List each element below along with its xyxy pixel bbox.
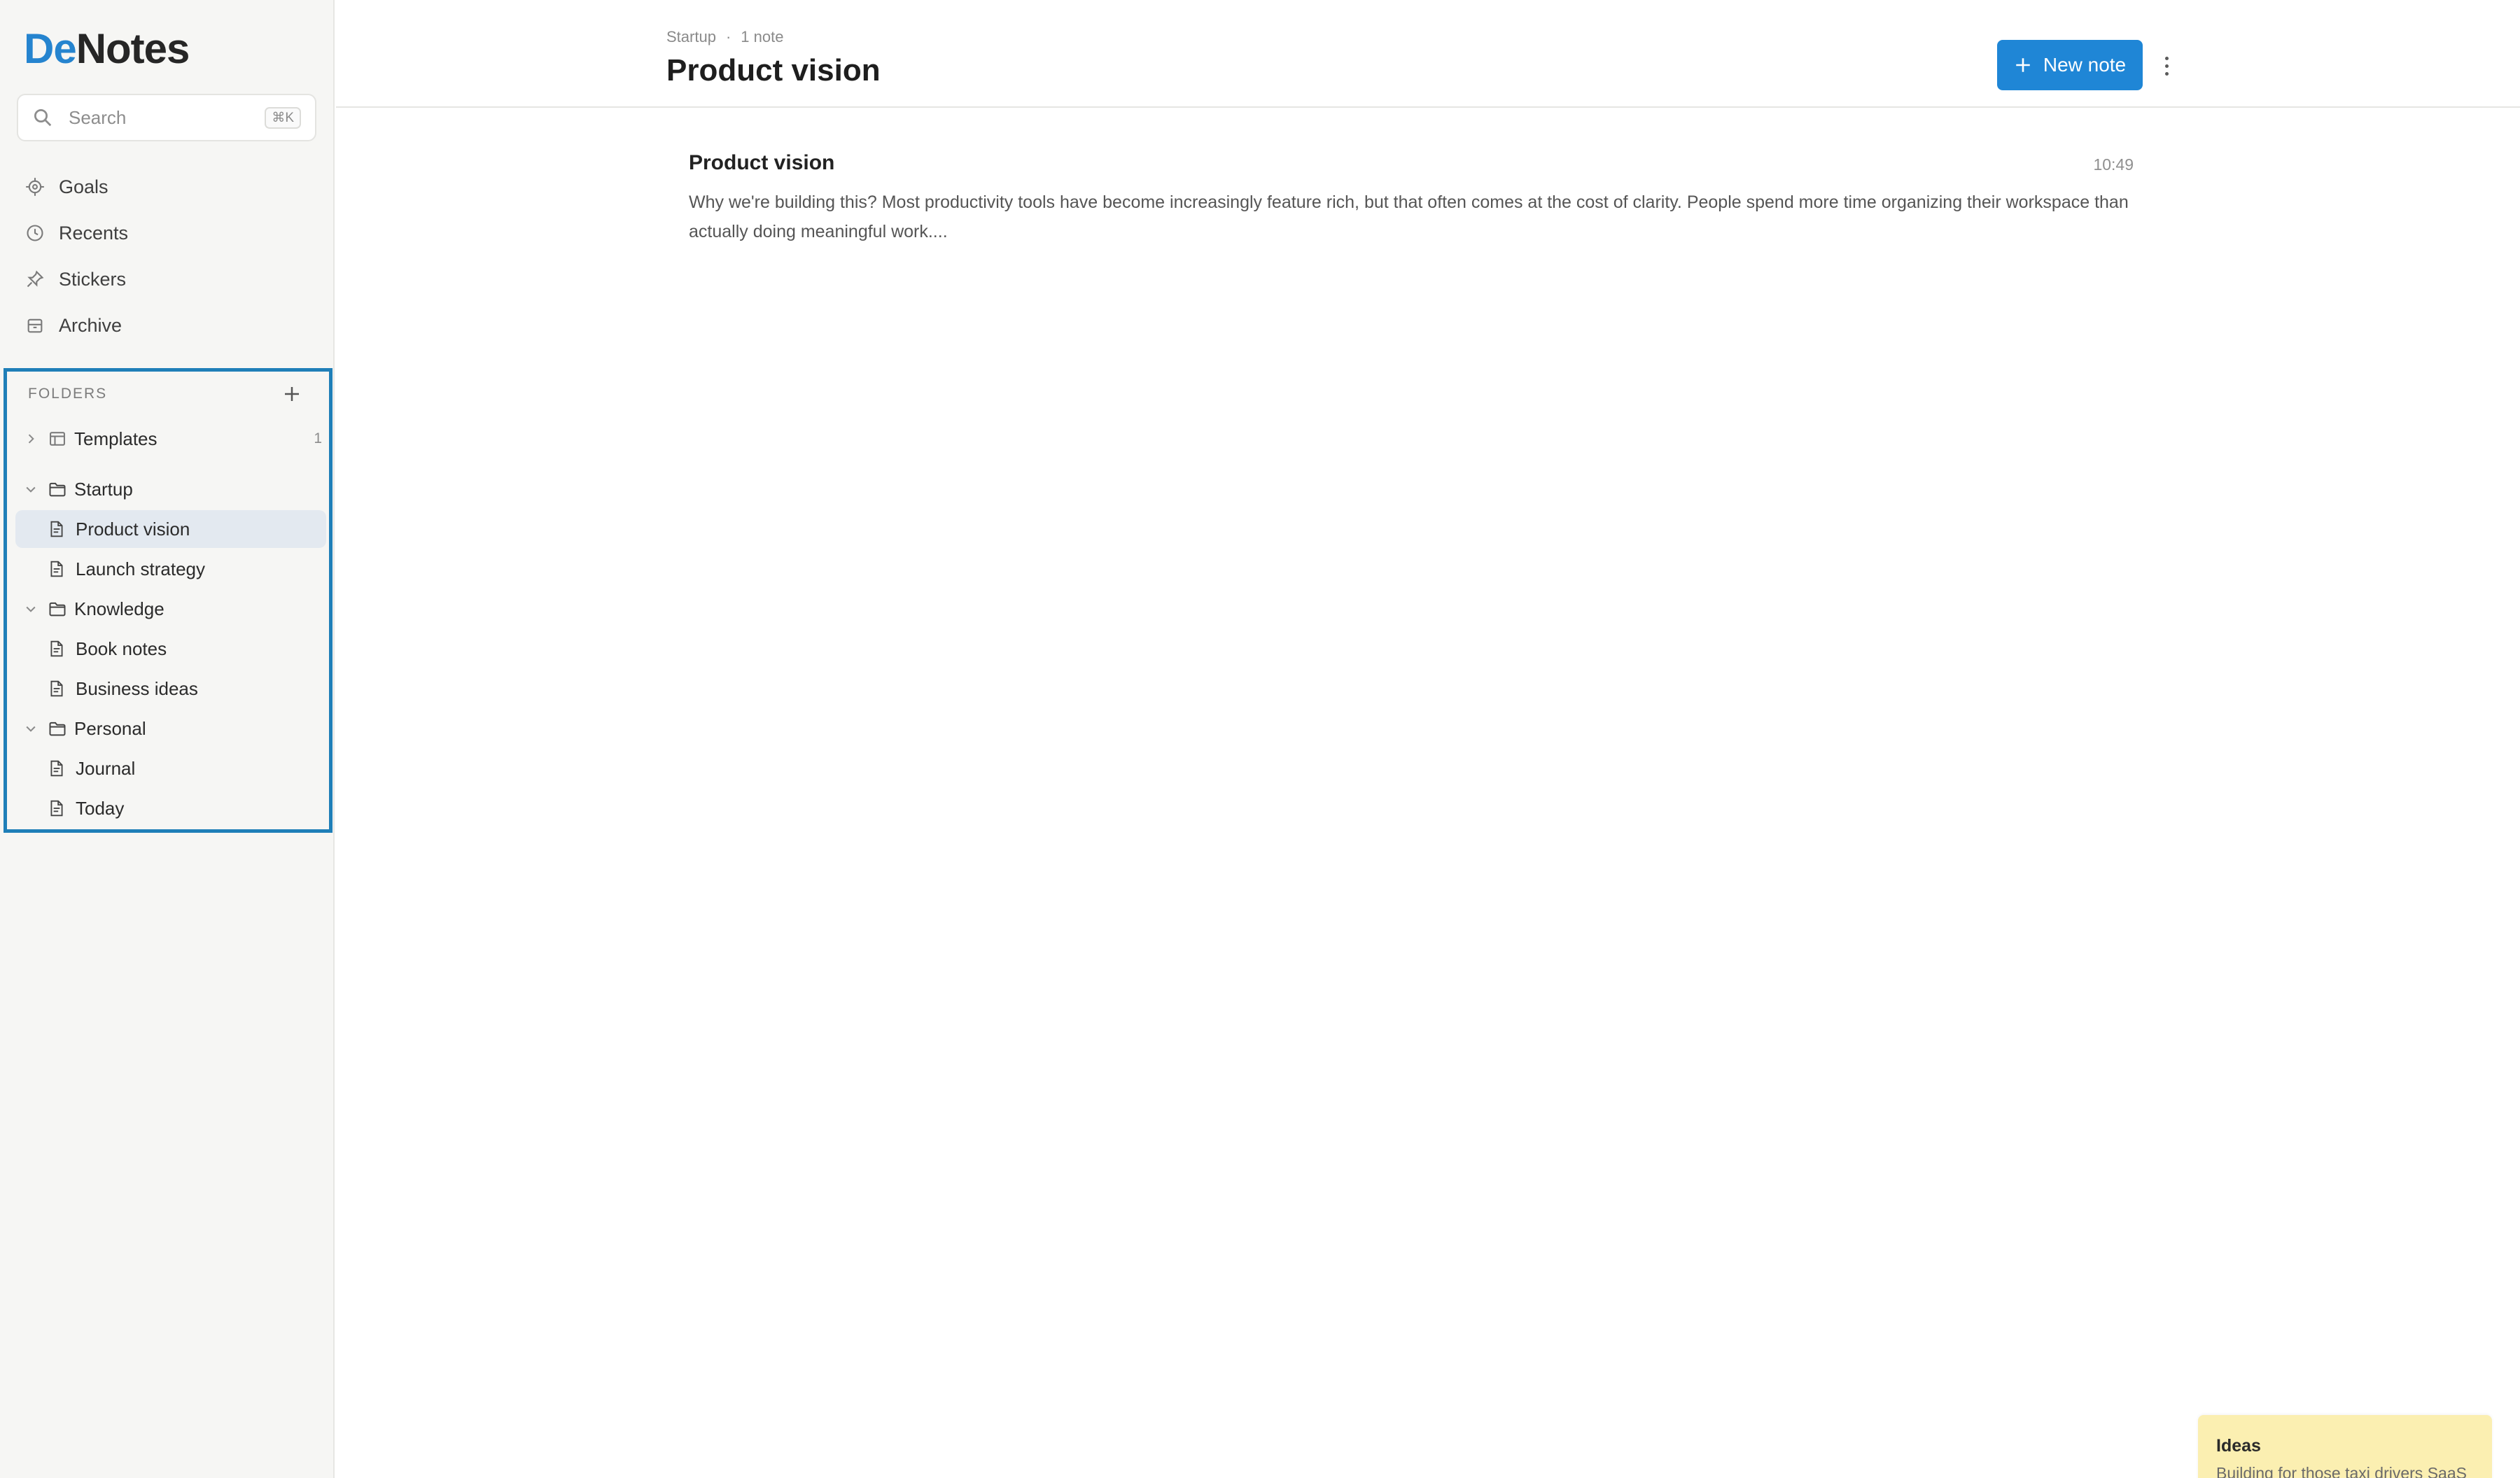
note-item-book-notes[interactable]: Book notes <box>15 630 326 668</box>
sidebar-item-label: Archive <box>59 314 122 336</box>
sticker-card[interactable]: Ideas Building for those taxi drivers Sa… <box>2198 1415 2492 1478</box>
sidebar-nav: Goals Recents Stickers Archive <box>17 164 318 349</box>
logo-suffix: Notes <box>76 25 190 72</box>
chevron-right-icon[interactable] <box>24 432 38 446</box>
note-item-today[interactable]: Today <box>15 789 326 827</box>
more-dot <box>2164 64 2169 68</box>
chevron-down-icon[interactable] <box>24 602 38 616</box>
goals-icon <box>26 178 44 196</box>
more-options-icon[interactable] <box>2160 50 2174 81</box>
new-note-button[interactable]: New note <box>1997 40 2143 90</box>
tree-item-label: Journal <box>76 757 136 779</box>
folders-title: FOLDERS <box>28 386 108 402</box>
document-icon <box>50 640 63 657</box>
folder-personal[interactable]: Personal <box>15 710 326 747</box>
archive-icon <box>27 318 43 333</box>
sidebar-item-label: Goals <box>59 176 108 197</box>
tree-item-label: Launch strategy <box>76 558 206 579</box>
search-shortcut-badge: ⌘K <box>265 106 301 129</box>
tree-item-label: Knowledge <box>74 598 164 619</box>
search-input[interactable]: Search ⌘K <box>17 94 316 141</box>
note-item-journal[interactable]: Journal <box>15 749 326 787</box>
sidebar-item-recents[interactable]: Recents <box>17 210 318 256</box>
folders-panel: FOLDERS Templates 1 Startup Product visi… <box>4 368 332 833</box>
note-time: 10:49 <box>2093 155 2134 174</box>
document-icon <box>50 760 63 777</box>
clock-icon <box>27 225 43 241</box>
document-icon <box>50 800 63 817</box>
note-card[interactable]: Product vision 10:49 Why we're building … <box>689 147 2170 252</box>
sidebar: DeNotes Search ⌘K Goals Recents Stickers… <box>0 0 335 1478</box>
folder-startup[interactable]: Startup <box>15 470 326 508</box>
search-placeholder: Search <box>69 106 127 128</box>
note-item-product-vision[interactable]: Product vision <box>15 510 326 548</box>
tree-item-label: Startup <box>74 478 133 500</box>
add-folder-icon[interactable] <box>281 383 302 404</box>
app-window: DeNotes Search ⌘K Goals Recents Stickers… <box>0 0 2520 1478</box>
sticker-title: Ideas <box>2216 1436 2261 1456</box>
tree-item-label: Business ideas <box>76 677 198 699</box>
folder-icon <box>49 482 66 497</box>
tree-item-label: Product vision <box>76 518 190 540</box>
chevron-down-icon[interactable] <box>24 482 38 496</box>
search-icon <box>34 109 52 127</box>
tree-item-label: Templates <box>74 428 158 449</box>
note-title: Product vision <box>689 151 835 174</box>
tree-item-label: Personal <box>74 717 146 739</box>
document-icon <box>50 561 63 577</box>
page-title: Product vision <box>666 53 881 87</box>
folder-knowledge[interactable]: Knowledge <box>15 590 326 628</box>
new-note-label: New note <box>2043 54 2127 76</box>
tree-item-label: Book notes <box>76 638 167 659</box>
folder-count-badge: 1 <box>314 430 322 446</box>
breadcrumb-note-count: 1 note <box>741 28 784 45</box>
more-dot <box>2164 71 2169 76</box>
main-header: Startup · 1 note Product vision New note <box>336 0 2520 108</box>
chevron-down-icon[interactable] <box>24 722 38 736</box>
pin-icon <box>27 270 44 288</box>
logo-prefix: De <box>24 25 77 72</box>
folders-header: FOLDERS <box>7 372 329 416</box>
sidebar-item-label: Recents <box>59 222 129 244</box>
folder-icon <box>49 602 66 617</box>
sidebar-item-label: Stickers <box>59 268 127 290</box>
breadcrumb: Startup · 1 note <box>666 28 783 46</box>
note-item-launch-strategy[interactable]: Launch strategy <box>15 550 326 588</box>
folder-icon <box>49 722 66 736</box>
tree-item-label: Today <box>76 797 125 819</box>
plus-icon <box>2016 58 2030 72</box>
sidebar-item-stickers[interactable]: Stickers <box>17 256 318 302</box>
sidebar-item-archive[interactable]: Archive <box>17 302 318 349</box>
breadcrumb-separator: · <box>725 28 732 45</box>
document-icon <box>50 680 63 697</box>
note-item-business-ideas[interactable]: Business ideas <box>15 670 326 708</box>
more-dot <box>2164 56 2169 60</box>
folder-templates[interactable]: Templates 1 <box>15 420 326 458</box>
note-excerpt: Why we're building this? Most productivi… <box>689 192 2129 241</box>
document-icon <box>50 521 63 537</box>
template-icon <box>50 432 65 446</box>
sidebar-item-goals[interactable]: Goals <box>17 164 318 210</box>
sticker-body: Building for those taxi drivers SaaS <box>2216 1464 2467 1478</box>
app-logo: DeNotes <box>24 24 190 74</box>
breadcrumb-folder[interactable]: Startup <box>666 28 716 46</box>
